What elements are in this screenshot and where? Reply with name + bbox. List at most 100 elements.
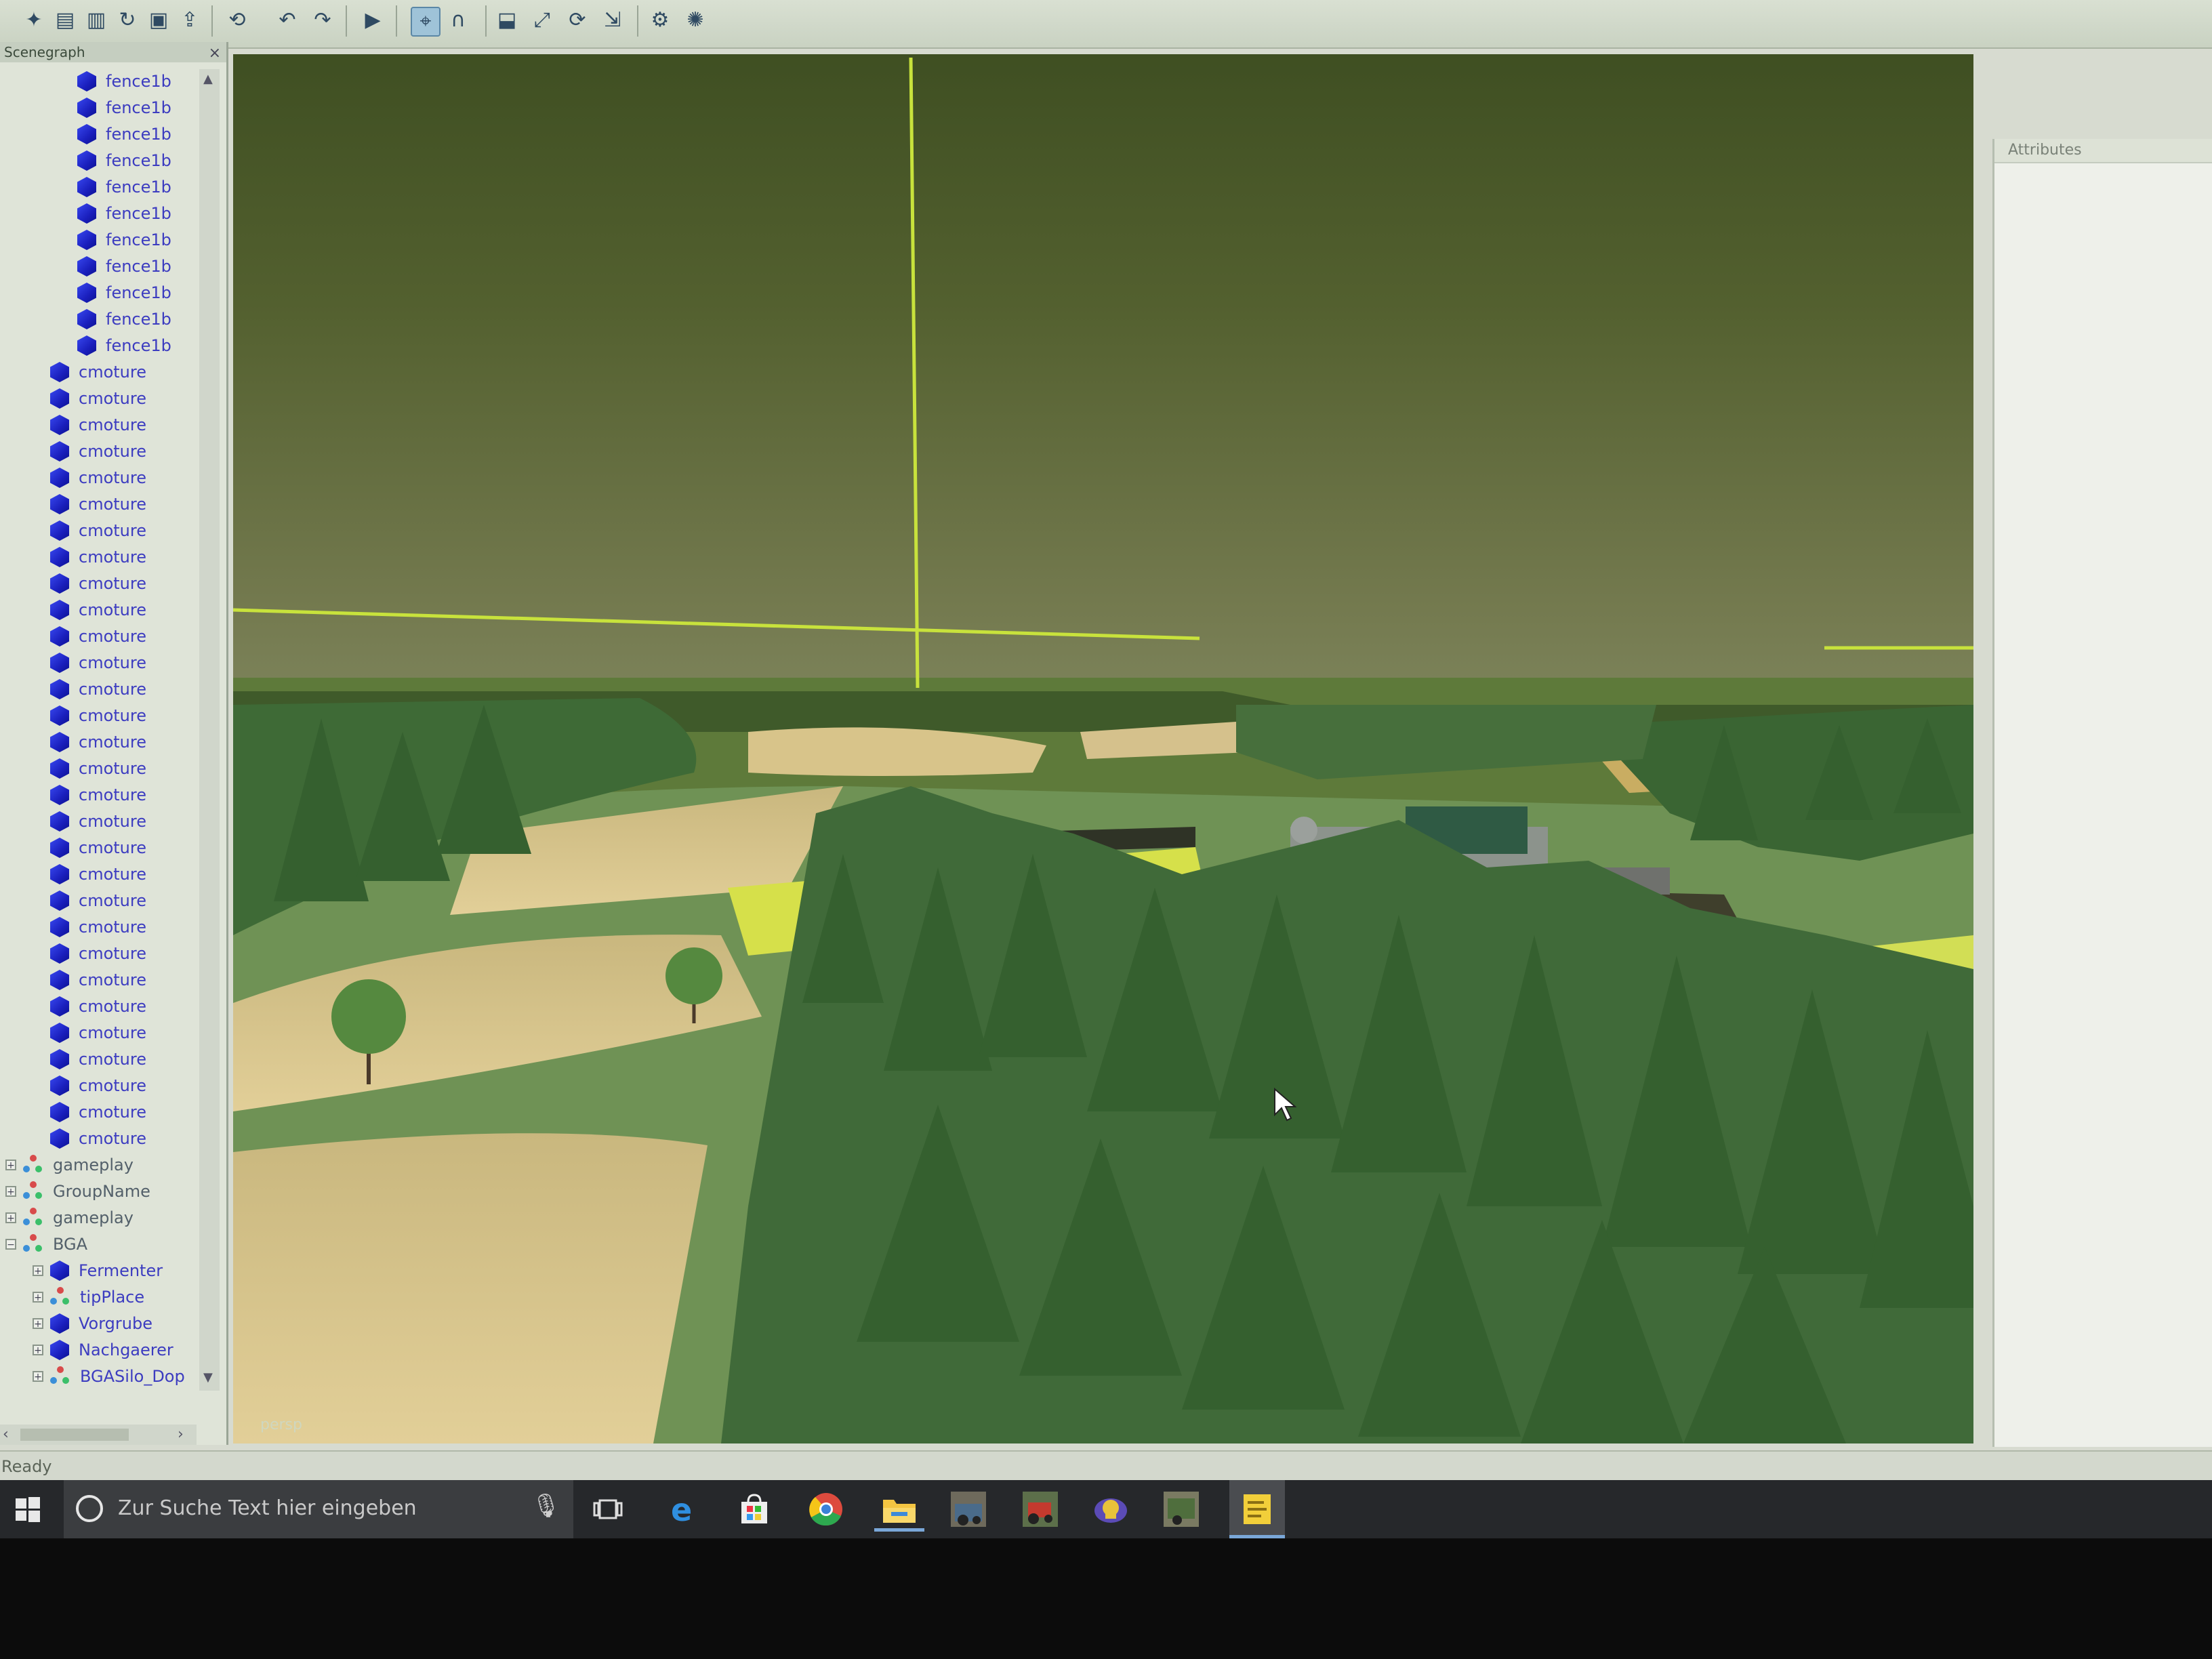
- scenegraph-node[interactable]: cmoture: [50, 836, 146, 860]
- expand-icon[interactable]: +: [33, 1292, 43, 1303]
- scenegraph-node[interactable]: + Nachgaerer: [33, 1338, 173, 1362]
- edge-browser-icon[interactable]: e: [661, 1487, 706, 1532]
- scenegraph-node[interactable]: + GroupName: [5, 1179, 150, 1204]
- scenegraph-node[interactable]: cmoture: [50, 1126, 146, 1151]
- scenegraph-node[interactable]: + gameplay: [5, 1206, 134, 1230]
- scrollbar-thumb[interactable]: [20, 1429, 129, 1441]
- scenegraph-node[interactable]: cmoture: [50, 730, 146, 754]
- scenegraph-node[interactable]: cmoture: [50, 518, 146, 543]
- help-icon[interactable]: ✺: [682, 7, 709, 34]
- scenegraph-node[interactable]: cmoture: [50, 756, 146, 781]
- expand-icon[interactable]: +: [33, 1265, 43, 1276]
- scenegraph-node[interactable]: fence1b: [77, 254, 171, 279]
- scenegraph-node[interactable]: cmoture: [50, 1047, 146, 1071]
- scenegraph-node[interactable]: + Vorgrube: [33, 1311, 152, 1336]
- scenegraph-node[interactable]: cmoture: [50, 783, 146, 807]
- scroll-right-icon[interactable]: ›: [178, 1426, 184, 1443]
- expand-icon[interactable]: +: [5, 1160, 16, 1170]
- scenegraph-node[interactable]: fence1b: [77, 148, 171, 173]
- scenegraph-node[interactable]: cmoture: [50, 1073, 146, 1098]
- scenegraph-node[interactable]: cmoture: [50, 624, 146, 649]
- 3d-viewport[interactable]: persp: [233, 54, 1973, 1443]
- scenegraph-node[interactable]: cmoture: [50, 439, 146, 464]
- microphone-icon[interactable]: 🎙: [531, 1492, 560, 1519]
- save-icon[interactable]: ▣: [145, 7, 172, 34]
- scroll-left-icon[interactable]: ‹: [3, 1426, 9, 1443]
- expand-icon[interactable]: +: [33, 1345, 43, 1355]
- scenegraph-node[interactable]: fence1b: [77, 201, 171, 226]
- rotate-tool-icon[interactable]: ⟳: [564, 7, 591, 34]
- scenegraph-node[interactable]: + Fermenter: [33, 1258, 163, 1283]
- scenegraph-node[interactable]: cmoture: [50, 1021, 146, 1045]
- expand-icon[interactable]: +: [33, 1318, 43, 1329]
- scenegraph-node[interactable]: + BGASilo_Dop: [33, 1364, 185, 1389]
- scenegraph-node[interactable]: fence1b: [77, 69, 171, 94]
- windows-start-icon[interactable]: [5, 1487, 50, 1532]
- scenegraph-node[interactable]: cmoture: [50, 862, 146, 886]
- scenegraph-node[interactable]: cmoture: [50, 360, 146, 384]
- chrome-icon[interactable]: [804, 1487, 848, 1532]
- scenegraph-node[interactable]: cmoture: [50, 968, 146, 992]
- scenegraph-node[interactable]: cmoture: [50, 677, 146, 701]
- scenegraph-node[interactable]: + gameplay: [5, 1153, 134, 1177]
- play-icon[interactable]: ▶: [359, 7, 386, 34]
- scenegraph-node[interactable]: cmoture: [50, 888, 146, 913]
- scenegraph-node[interactable]: fence1b: [77, 228, 171, 252]
- scenegraph-node[interactable]: fence1b: [77, 175, 171, 199]
- scenegraph-node[interactable]: cmoture: [50, 386, 146, 411]
- scenegraph-node[interactable]: fence1b: [77, 333, 171, 358]
- save-file-icon[interactable]: ▥: [83, 7, 110, 34]
- scenegraph-node[interactable]: cmoture: [50, 413, 146, 437]
- store-icon[interactable]: [732, 1487, 777, 1532]
- refresh-icon[interactable]: ↻: [114, 7, 141, 34]
- scenegraph-node[interactable]: cmoture: [50, 492, 146, 516]
- scenegraph-node[interactable]: cmoture: [50, 915, 146, 939]
- import-icon[interactable]: ⬓: [493, 7, 520, 34]
- scenegraph-node[interactable]: cmoture: [50, 1100, 146, 1124]
- scenegraph-node[interactable]: cmoture: [50, 651, 146, 675]
- scenegraph-node[interactable]: cmoture: [50, 941, 146, 966]
- scenegraph-tree[interactable]: fence1b fence1b fence1b fence1b fence1b fence…: [0, 69, 203, 1397]
- farming-simulator-app-icon[interactable]: [946, 1487, 991, 1532]
- new-file-icon[interactable]: ✦: [20, 7, 47, 34]
- task-view-icon[interactable]: [586, 1487, 630, 1532]
- scenegraph-node[interactable]: fence1b: [77, 307, 171, 331]
- collapse-icon[interactable]: −: [5, 1239, 16, 1250]
- scenegraph-node[interactable]: − BGA: [5, 1232, 87, 1256]
- game-app-icon[interactable]: [1088, 1487, 1133, 1532]
- settings-icon[interactable]: ⚙: [647, 7, 674, 34]
- file-explorer-icon[interactable]: [874, 1487, 924, 1532]
- scroll-down-icon[interactable]: ▼: [203, 1370, 213, 1385]
- farming-simulator-app-icon[interactable]: [1159, 1487, 1204, 1532]
- scroll-up-icon[interactable]: ▲: [203, 72, 213, 86]
- taskbar-search-box[interactable]: Zur Suche Text hier eingeben 🎙: [64, 1480, 573, 1538]
- giants-editor-taskbar-icon[interactable]: [1229, 1480, 1285, 1538]
- scenegraph-node[interactable]: fence1b: [77, 281, 171, 305]
- scenegraph-node[interactable]: cmoture: [50, 545, 146, 569]
- horizontal-scrollbar[interactable]: ‹ ›: [0, 1425, 197, 1445]
- open-file-icon[interactable]: ▤: [52, 7, 79, 34]
- scenegraph-node[interactable]: cmoture: [50, 571, 146, 596]
- undo-icon[interactable]: ↶: [274, 7, 301, 34]
- scenegraph-node[interactable]: cmoture: [50, 994, 146, 1019]
- expand-icon[interactable]: +: [33, 1371, 43, 1382]
- farming-simulator-app-icon[interactable]: [1018, 1487, 1063, 1532]
- vertical-scrollbar[interactable]: ▲ ▼: [199, 69, 220, 1391]
- scale-tool-icon[interactable]: ⇲: [599, 7, 626, 34]
- redo-icon[interactable]: ↷: [309, 7, 336, 34]
- scenegraph-node[interactable]: fence1b: [77, 96, 171, 120]
- scenegraph-node[interactable]: cmoture: [50, 598, 146, 622]
- scenegraph-node[interactable]: cmoture: [50, 703, 146, 728]
- magnet-tool-icon[interactable]: ∩: [445, 7, 472, 34]
- expand-icon[interactable]: +: [5, 1212, 16, 1223]
- close-icon[interactable]: ×: [209, 43, 221, 64]
- expand-icon[interactable]: +: [5, 1186, 16, 1197]
- select-tool-icon[interactable]: ⌖: [411, 7, 441, 37]
- scenegraph-node[interactable]: cmoture: [50, 466, 146, 490]
- scenegraph-node[interactable]: cmoture: [50, 809, 146, 834]
- move-tool-icon[interactable]: ⤢: [529, 7, 556, 34]
- export-icon[interactable]: ⇪: [176, 7, 203, 34]
- undo-history-icon[interactable]: ⟲: [224, 7, 251, 34]
- scenegraph-node[interactable]: fence1b: [77, 122, 171, 146]
- scenegraph-node[interactable]: + tipPlace: [33, 1285, 144, 1309]
